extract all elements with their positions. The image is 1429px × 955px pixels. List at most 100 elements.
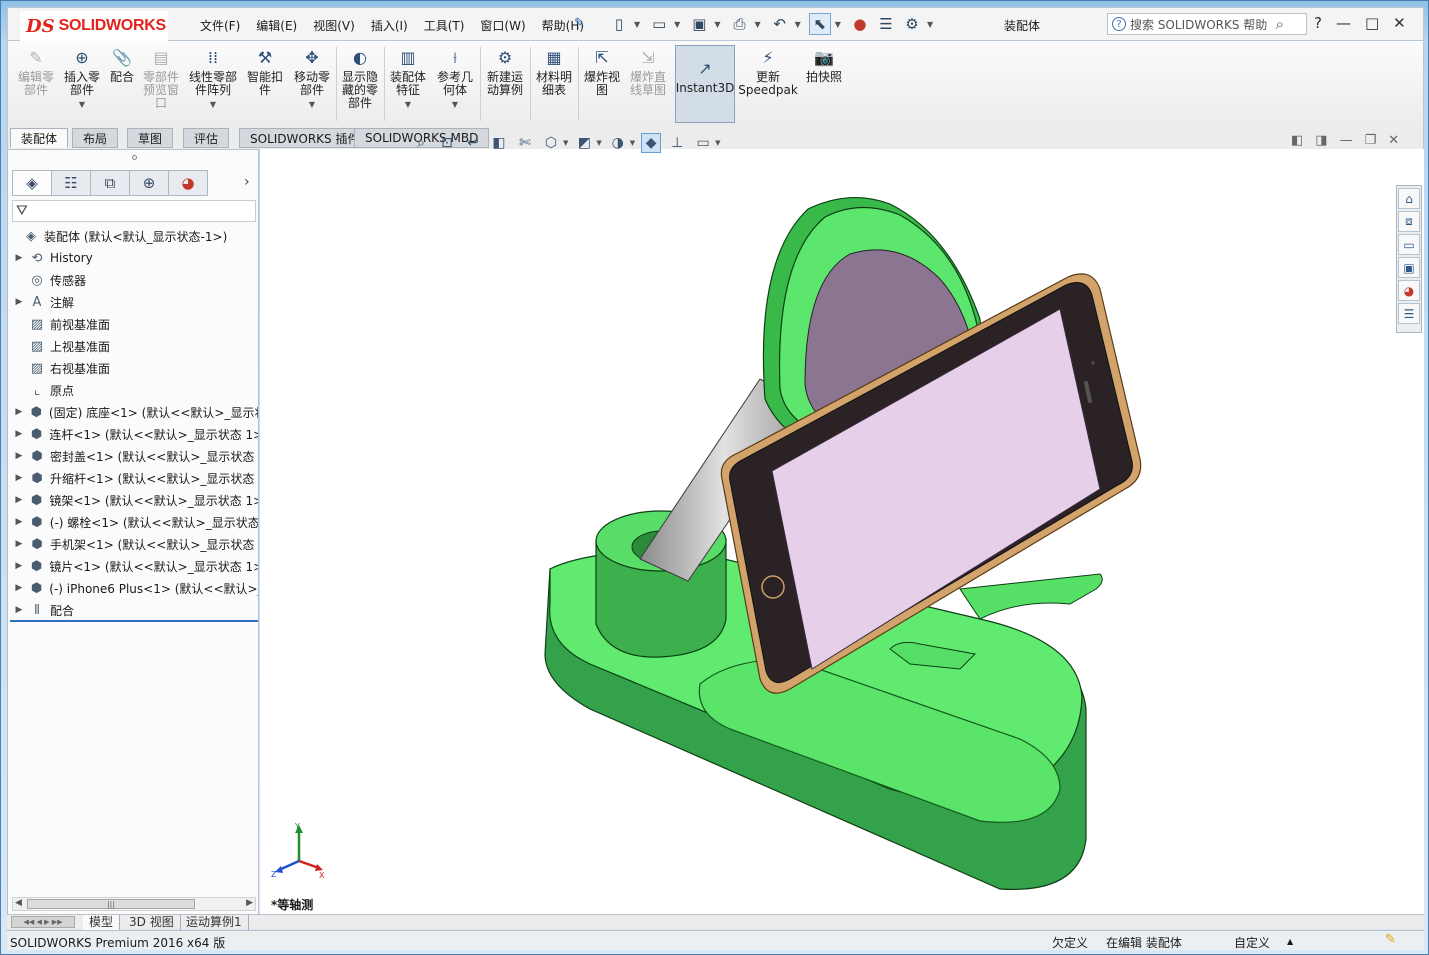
display-manager-tab-icon[interactable]: ◕	[168, 170, 208, 196]
save-icon[interactable]: ▣	[688, 13, 710, 35]
open-dropdown-icon[interactable]: ▼	[674, 20, 680, 29]
assembly-model-render[interactable]	[260, 149, 1424, 914]
view-palette-icon[interactable]: ▣	[1398, 257, 1420, 278]
tree-node-root-assembly[interactable]: ◈ 装配体 (默认<默认_显示状态-1>)	[8, 225, 258, 247]
component-preview-button[interactable]: ▤ 零部件预览窗口	[142, 45, 180, 110]
tree-node-item-13[interactable]: ▶ ⬢ 手机架<1> (默认<<默认>_显示状态	[8, 533, 258, 555]
panel-left-icon[interactable]: ◧	[1291, 133, 1303, 148]
menu-tools[interactable]: 工具(T)	[416, 17, 473, 34]
hide-show-items-icon[interactable]: ◑	[608, 133, 628, 153]
dimxpert-tab-icon[interactable]: ⊕	[129, 170, 169, 196]
status-units-arrow[interactable]: ▲	[1287, 937, 1293, 946]
linear-pattern-button[interactable]: ⁞⁞ 线性零部件阵列 ▼	[188, 45, 238, 111]
new-motion-study-button[interactable]: ⚙ 新建运动算例	[484, 45, 526, 97]
tab-3d-views[interactable]: 3D 视图	[123, 915, 181, 930]
hide-show-dropdown-icon[interactable]: ▼	[630, 139, 635, 147]
custom-properties-icon[interactable]: ☰	[1398, 303, 1420, 324]
tab-model[interactable]: 模型	[83, 915, 121, 930]
tree-filter[interactable]: ⛛	[12, 200, 256, 222]
reference-geometry-button[interactable]: ⟊ 参考几何体 ▼	[436, 45, 474, 111]
tree-node-item-5[interactable]: ▨ 右视基准面	[8, 357, 258, 379]
tree-node-item-16[interactable]: ▶ ⫴ 配合	[8, 599, 258, 621]
insert-components-dropdown-icon[interactable]: ▼	[79, 98, 85, 111]
tree-node-item-15[interactable]: ▶ ⬢ (-) iPhone6 Plus<1> (默认<<默认>_	[8, 577, 258, 599]
minimize-icon[interactable]: —	[1336, 14, 1351, 32]
help-search-box[interactable]: ? 搜索 SOLIDWORKS 帮助 ⌕	[1107, 13, 1307, 35]
menu-edit[interactable]: 编辑(E)	[248, 17, 305, 34]
menu-file[interactable]: 文件(F)	[192, 17, 248, 34]
tree-node-item-12[interactable]: ▶ ⬢ (-) 螺栓<1> (默认<<默认>_显示状态	[8, 511, 259, 533]
new-dropdown-icon[interactable]: ▼	[634, 20, 640, 29]
tab-assembly[interactable]: 装配体	[10, 128, 69, 148]
help-menu-icon[interactable]: ?	[1314, 14, 1322, 32]
tab-evaluate[interactable]: 评估	[183, 128, 230, 148]
tree-node-item-14[interactable]: ▶ ⬢ 镜片<1> (默认<<默认>_显示状态 1>	[8, 555, 258, 577]
close-icon[interactable]: ✕	[1393, 14, 1406, 32]
menu-view[interactable]: 视图(V)	[305, 17, 363, 34]
horizontal-scrollbar[interactable]: ◀ ||| ▶	[12, 897, 256, 911]
assembly-features-dropdown-icon[interactable]: ▼	[405, 98, 411, 111]
tree-node-item-11[interactable]: ▶ ⬢ 镜架<1> (默认<<默认>_显示状态 1>	[8, 489, 258, 511]
print-dropdown-icon[interactable]: ▼	[754, 20, 760, 29]
expand-arrow-icon[interactable]: ▶	[14, 539, 24, 549]
filter-funnel-icon[interactable]: ⛛	[16, 203, 28, 219]
tree-node-item-4[interactable]: ▨ 上视基准面	[8, 335, 258, 357]
view-orientation-dropdown-icon[interactable]: ▼	[563, 139, 568, 147]
pin-icon[interactable]: ✎	[574, 16, 585, 31]
edit-component-button[interactable]: ✎ 编辑零部件	[18, 45, 54, 97]
select-dropdown-icon[interactable]: ▼	[835, 20, 841, 29]
expand-arrow-icon[interactable]: ▶	[14, 583, 24, 593]
insert-components-button[interactable]: ⊕ 插入零部件 ▼	[62, 45, 102, 111]
solidworks-logo[interactable]: DS SOLIDWORKS	[20, 11, 168, 41]
tags-icon[interactable]: ✎	[1385, 932, 1396, 947]
expand-arrow-icon[interactable]: ▶	[14, 561, 24, 571]
expand-arrow-icon[interactable]: ▶	[14, 297, 24, 307]
tree-node-item-2[interactable]: ▶ A 注解	[8, 291, 258, 313]
assembly-features-button[interactable]: ▥ 装配体特征 ▼	[388, 45, 428, 111]
feature-manager-tab-icon[interactable]: ◈	[12, 170, 52, 196]
expand-arrow-icon[interactable]: ▶	[14, 473, 24, 483]
expand-arrow-icon[interactable]: ▶	[14, 407, 24, 417]
panel-tabs-more-icon[interactable]: ›	[244, 174, 250, 190]
select-cursor-icon[interactable]: ⬉	[808, 13, 831, 35]
scroll-right-icon[interactable]: ▶	[246, 898, 253, 908]
panel-grip-handle[interactable]	[132, 155, 137, 160]
tree-node-item-8[interactable]: ▶ ⬢ 连杆<1> (默认<<默认>_显示状态 1>	[8, 423, 258, 445]
previous-view-icon[interactable]: ↩	[463, 133, 483, 153]
tree-node-item-3[interactable]: ▨ 前视基准面	[8, 313, 258, 335]
file-properties-icon[interactable]: ☰	[875, 13, 897, 35]
tree-node-item-6[interactable]: ⌞ 原点	[8, 379, 258, 401]
tab-sketch[interactable]: 草图	[127, 128, 174, 148]
options-gear-icon[interactable]: ⚙	[901, 13, 923, 35]
display-style-icon[interactable]: ◩	[574, 133, 594, 153]
menu-insert[interactable]: 插入(I)	[363, 17, 416, 34]
tree-node-item-7[interactable]: ▶ ⬢ (固定) 底座<1> (默认<<默认>_显示状	[8, 401, 258, 423]
view-settings-dropdown-icon[interactable]: ▼	[715, 139, 720, 147]
explode-line-sketch-button[interactable]: ⇲ 爆炸直线草图	[626, 45, 670, 97]
tab-navigation-arrows[interactable]: ◀◀ ◀ ▶ ▶▶	[11, 916, 75, 928]
scroll-left-icon[interactable]: ◀	[15, 898, 22, 908]
update-speedpak-button[interactable]: ⚡ 更新Speedpak	[738, 45, 798, 97]
dynamic-annotation-icon[interactable]: ✄	[515, 133, 535, 153]
new-document-icon[interactable]: ▯	[608, 13, 630, 35]
expand-arrow-icon[interactable]: ▶	[14, 253, 24, 263]
doc-minimize-icon[interactable]: —	[1340, 133, 1353, 148]
save-dropdown-icon[interactable]: ▼	[714, 20, 720, 29]
tree-node-item-9[interactable]: ▶ ⬢ 密封盖<1> (默认<<默认>_显示状态	[8, 445, 258, 467]
move-component-button[interactable]: ✥ 移动零部件 ▼	[292, 45, 332, 111]
tree-node-item-10[interactable]: ▶ ⬢ 升缩杆<1> (默认<<默认>_显示状态	[8, 467, 258, 489]
edit-appearance-icon[interactable]: ◆	[641, 133, 662, 153]
expand-arrow-icon[interactable]: ▶	[14, 451, 24, 461]
tree-node-item-0[interactable]: ▶ ⟲ History	[8, 247, 258, 269]
open-folder-icon[interactable]: ▭	[648, 13, 670, 35]
display-style-dropdown-icon[interactable]: ▼	[596, 139, 601, 147]
tab-solidworks-addins[interactable]: SOLIDWORKS 插件	[239, 128, 371, 148]
linear-pattern-dropdown-icon[interactable]: ▼	[210, 98, 216, 111]
undo-dropdown-icon[interactable]: ▼	[795, 20, 801, 29]
move-component-dropdown-icon[interactable]: ▼	[309, 98, 315, 111]
appearances-icon[interactable]: ◕	[1398, 280, 1420, 301]
property-manager-tab-icon[interactable]: ☷	[51, 170, 91, 196]
solidworks-resources-home-icon[interactable]: ⌂	[1398, 188, 1420, 209]
smart-fasteners-button[interactable]: ⚒ 智能扣件	[246, 45, 284, 97]
print-icon[interactable]: ⎙	[728, 13, 750, 35]
